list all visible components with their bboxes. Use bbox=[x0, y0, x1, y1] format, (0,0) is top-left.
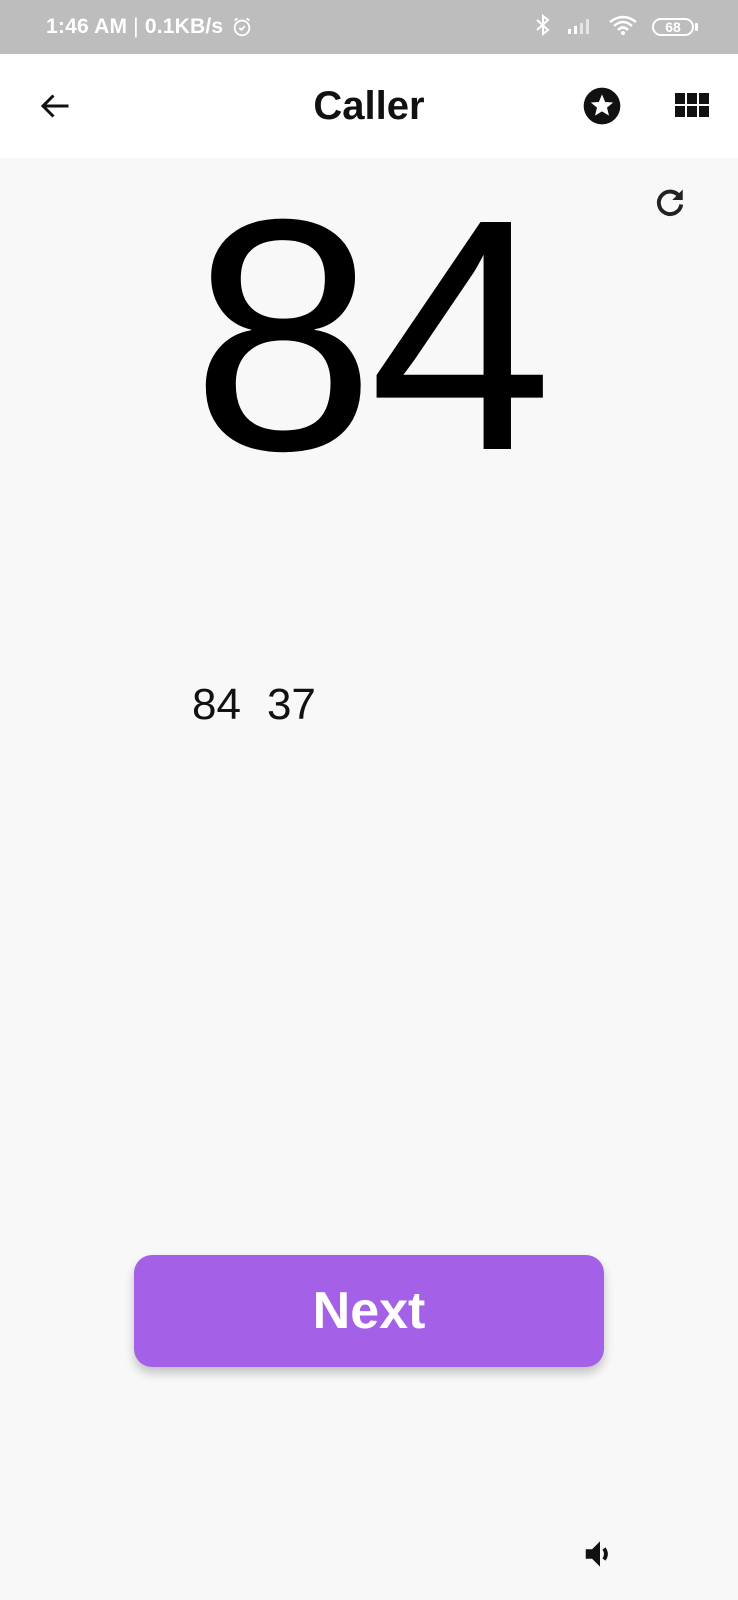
app-bar: Caller bbox=[0, 54, 738, 158]
star-circle-icon bbox=[583, 87, 621, 125]
battery-level: 68 bbox=[652, 18, 694, 36]
sound-button[interactable] bbox=[578, 1532, 622, 1576]
next-button[interactable]: Next bbox=[134, 1255, 604, 1367]
status-right: 68 bbox=[534, 0, 698, 54]
grid-icon bbox=[675, 93, 709, 117]
status-bar: 1:46 AM | 0.1KB/s 68 bbox=[0, 0, 738, 54]
volume-icon bbox=[585, 1541, 608, 1567]
status-time: 1:46 AM bbox=[46, 15, 128, 38]
battery-tip bbox=[695, 23, 698, 31]
called-numbers-history: 84 37 bbox=[192, 680, 316, 730]
bluetooth-icon bbox=[534, 13, 552, 42]
current-number: 84 bbox=[191, 150, 552, 519]
page-title: Caller bbox=[313, 83, 425, 128]
signal-icon bbox=[566, 15, 594, 40]
back-button[interactable] bbox=[30, 81, 80, 131]
board-grid-button[interactable] bbox=[670, 84, 714, 128]
wifi-icon bbox=[608, 14, 638, 41]
caller-screen: 1:46 AM | 0.1KB/s 68 Caller 84 84 37 Nex… bbox=[0, 0, 738, 1600]
arrow-back-icon bbox=[40, 94, 69, 118]
status-left: 1:46 AM | 0.1KB/s bbox=[46, 0, 253, 54]
network-speed: 0.1KB/s bbox=[144, 15, 224, 38]
history-number: 37 bbox=[266, 680, 316, 729]
favorite-button[interactable] bbox=[578, 82, 626, 130]
history-number: 84 bbox=[192, 680, 241, 729]
status-separator: | bbox=[133, 15, 139, 38]
battery-icon: 68 bbox=[652, 18, 698, 36]
alarm-icon bbox=[231, 16, 253, 38]
